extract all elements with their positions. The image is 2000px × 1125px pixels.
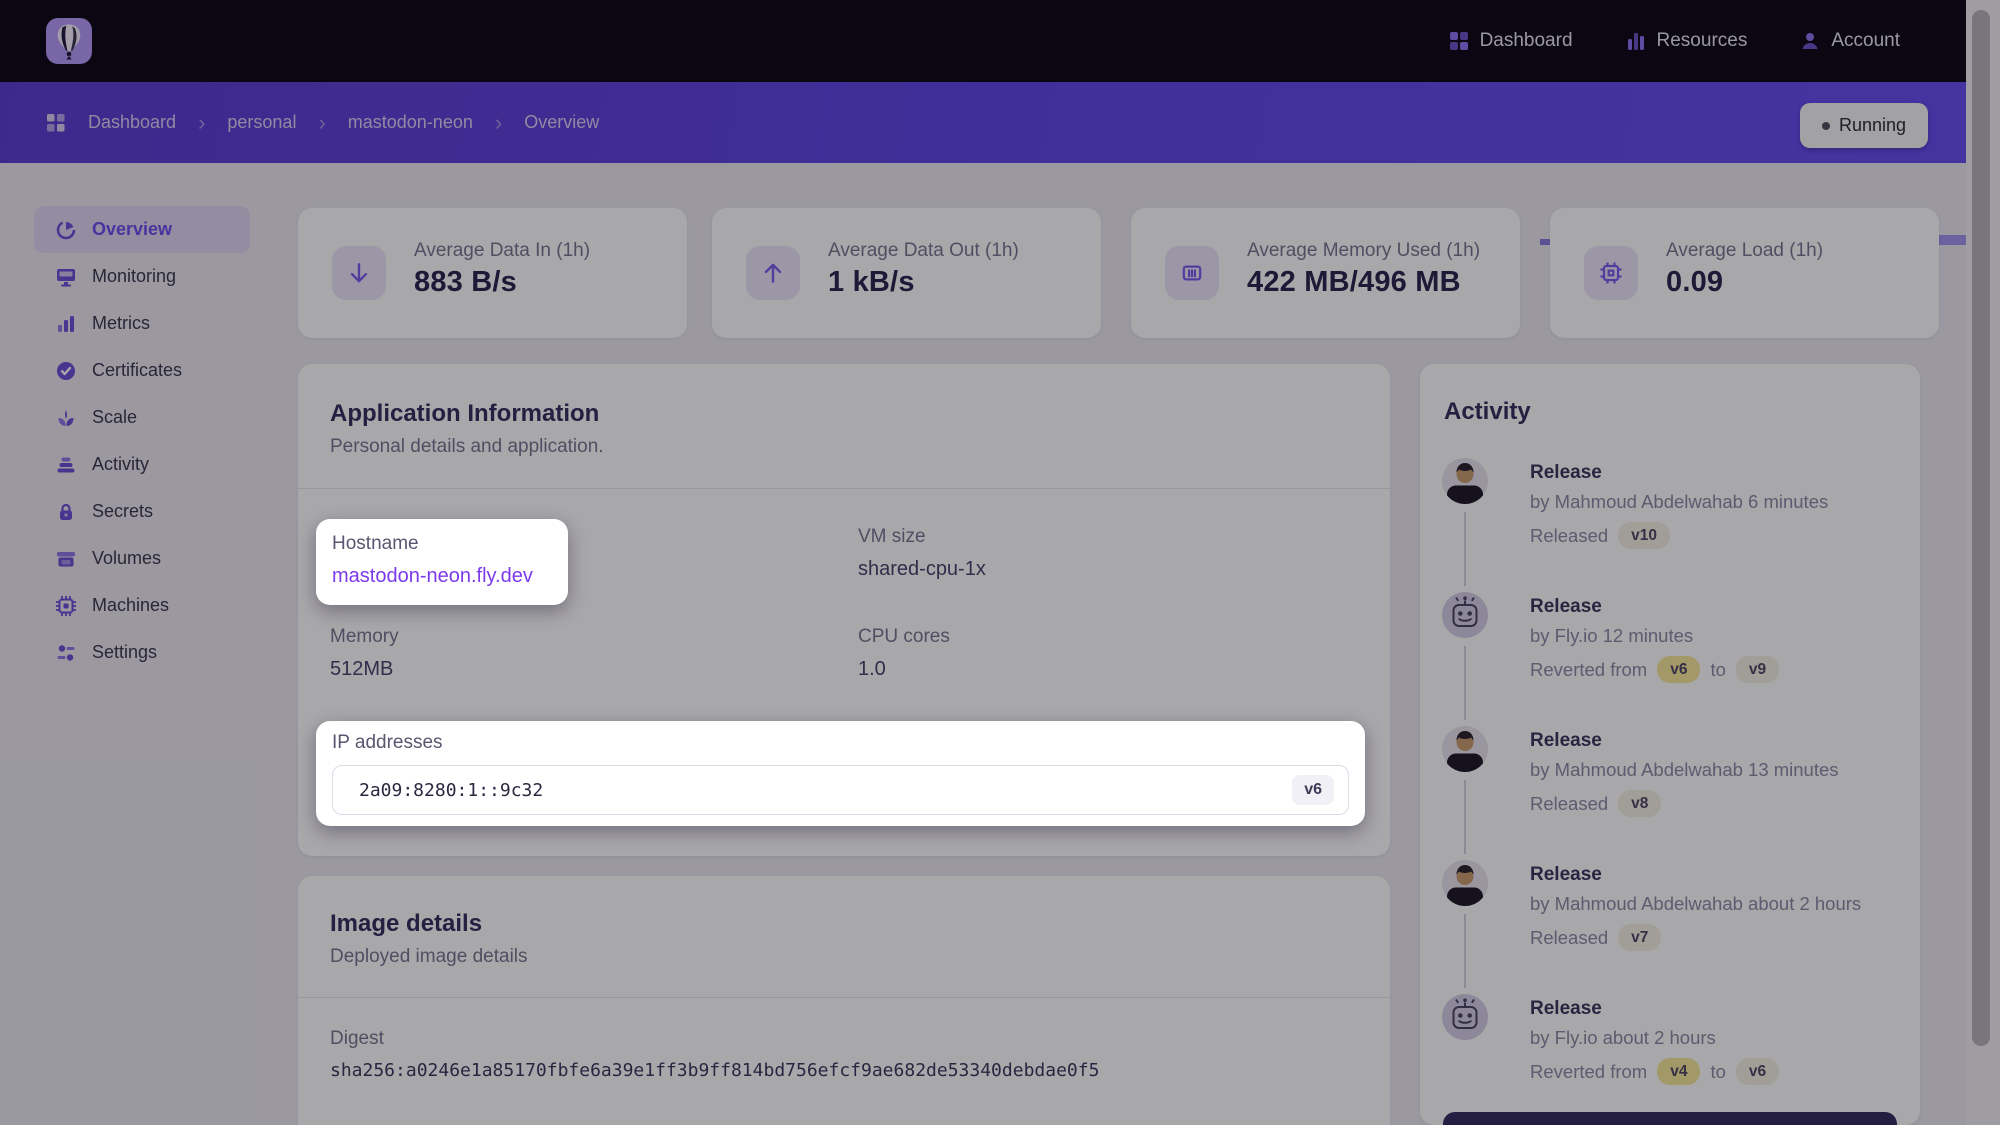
hostname-spotlight: Hostname mastodon-neon.fly.dev bbox=[316, 519, 568, 605]
fly-dashboard-app: Dashboard Resources Account bbox=[0, 0, 2000, 1125]
ip-version-badge: v6 bbox=[1292, 775, 1334, 805]
ip-address-row: 2a09:8280:1::9c32 v6 bbox=[332, 765, 1349, 815]
ip-addresses-spotlight: IP addresses 2a09:8280:1::9c32 v6 bbox=[316, 721, 1365, 826]
hostname-link[interactable]: mastodon-neon.fly.dev bbox=[332, 565, 533, 588]
ip-address-value: 2a09:8280:1::9c32 bbox=[359, 780, 543, 801]
dim-overlay bbox=[0, 0, 2000, 1125]
hostname-label: Hostname bbox=[332, 533, 419, 555]
ip-addresses-label: IP addresses bbox=[332, 732, 443, 754]
